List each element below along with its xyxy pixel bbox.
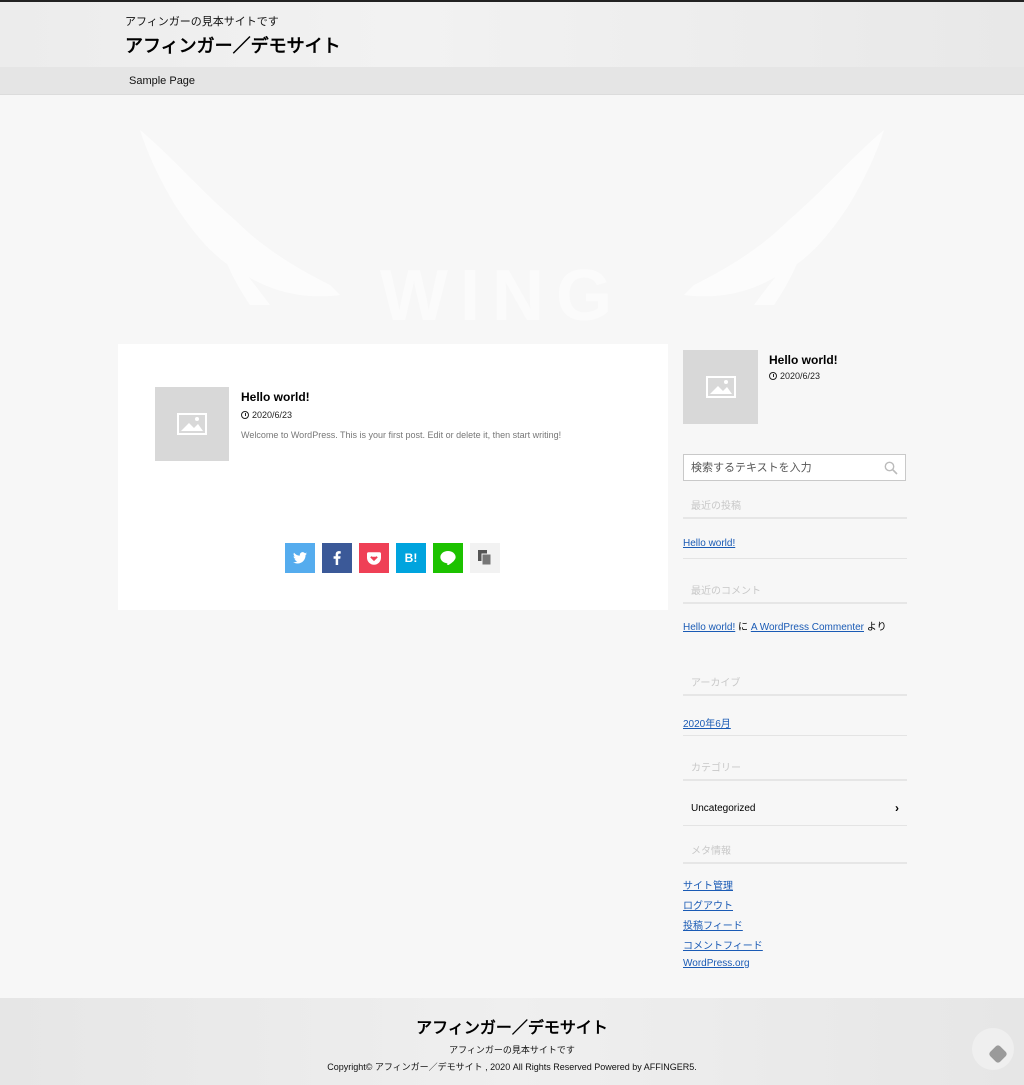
recent-posts-heading: 最近の投稿: [683, 497, 907, 519]
line-icon: [440, 551, 456, 565]
meta-link-wordpress-org[interactable]: WordPress.org: [683, 958, 750, 969]
divider: [683, 825, 907, 826]
share-twitter-button[interactable]: [285, 543, 315, 573]
sidebar-post-title-link[interactable]: Hello world!: [769, 353, 838, 367]
page-top-button[interactable]: [972, 1028, 1014, 1070]
comment-connector: に: [738, 622, 749, 633]
share-facebook-button[interactable]: [322, 543, 352, 573]
post-title-link[interactable]: Hello world!: [241, 390, 310, 404]
sidebar-post-date: 2020/6/23: [769, 371, 820, 381]
post-card: Hello world! 2020/6/23 Welcome to WordPr…: [118, 344, 668, 610]
chevron-right-icon: ›: [895, 801, 899, 815]
nav-item-sample-page[interactable]: Sample Page: [129, 75, 195, 87]
category-item-uncategorized[interactable]: Uncategorized ›: [683, 792, 907, 826]
meta-link-comments-feed[interactable]: コメントフィード: [683, 937, 763, 952]
divider: [683, 558, 907, 559]
recent-post-link[interactable]: Hello world!: [683, 538, 735, 549]
search-icon[interactable]: [884, 461, 898, 475]
image-placeholder-icon: [177, 413, 207, 435]
recent-comments-heading: 最近のコメント: [683, 582, 907, 604]
share-copy-button[interactable]: [470, 543, 500, 573]
search-input[interactable]: [684, 455, 874, 480]
divider: [683, 735, 907, 736]
comment-author-link[interactable]: A WordPress Commenter: [751, 622, 864, 633]
comment-suffix: より: [866, 622, 887, 633]
post-date-text: 2020/6/23: [252, 410, 293, 420]
share-buttons: B!: [285, 543, 500, 573]
facebook-icon: [333, 551, 341, 565]
meta-link-entries-feed[interactable]: 投稿フィード: [683, 917, 743, 932]
clock-icon: [241, 411, 249, 419]
site-tagline: アフィンガーの見本サイトです: [125, 16, 279, 28]
meta-link-site-admin[interactable]: サイト管理: [683, 877, 733, 892]
footer-tagline: アフィンガーの見本サイトです: [449, 1045, 575, 1055]
site-footer: アフィンガー／デモサイト アフィンガーの見本サイトです Copyright© ア…: [0, 998, 1024, 1085]
hatena-bookmark-icon: B!: [404, 551, 418, 565]
pocket-icon: [367, 551, 381, 565]
search-form: [683, 454, 906, 481]
sidebar-post-thumbnail[interactable]: [683, 350, 758, 424]
post-thumbnail[interactable]: [155, 387, 229, 461]
site-title-link[interactable]: アフィンガー／デモサイト: [125, 32, 341, 58]
sidebar-post-date-text: 2020/6/23: [780, 371, 821, 381]
footer-copyright: Copyright© アフィンガー／デモサイト , 2020 All Right…: [327, 1062, 697, 1072]
meta-heading: メタ情報: [683, 842, 907, 864]
global-nav: Sample Page: [0, 67, 1024, 95]
meta-link-logout[interactable]: ログアウト: [683, 897, 733, 912]
share-line-button[interactable]: [433, 543, 463, 573]
post-excerpt: Welcome to WordPress. This is your first…: [241, 430, 562, 440]
hero-logo-text: WING: [380, 256, 624, 335]
share-hatena-button[interactable]: B!: [396, 543, 426, 573]
comment-post-link[interactable]: Hello world!: [683, 622, 735, 633]
archives-heading: アーカイブ: [683, 674, 907, 696]
copy-icon: [478, 550, 492, 566]
footer-site-title[interactable]: アフィンガー／デモサイト: [0, 1014, 1024, 1038]
site-header: アフィンガーの見本サイトです アフィンガー／デモサイト: [0, 2, 1024, 67]
archive-link[interactable]: 2020年6月: [683, 715, 731, 730]
post-date: 2020/6/23: [241, 410, 292, 420]
image-placeholder-icon: [705, 376, 736, 398]
twitter-icon: [293, 552, 307, 564]
share-pocket-button[interactable]: [359, 543, 389, 573]
clock-icon: [769, 372, 777, 380]
categories-heading: カテゴリー: [683, 759, 907, 781]
recent-comment-item: Hello world! に A WordPress Commenter より: [683, 618, 887, 633]
hero-banner: WING: [0, 95, 1024, 335]
category-label: Uncategorized: [691, 803, 756, 814]
pen-icon: [988, 1044, 1008, 1064]
